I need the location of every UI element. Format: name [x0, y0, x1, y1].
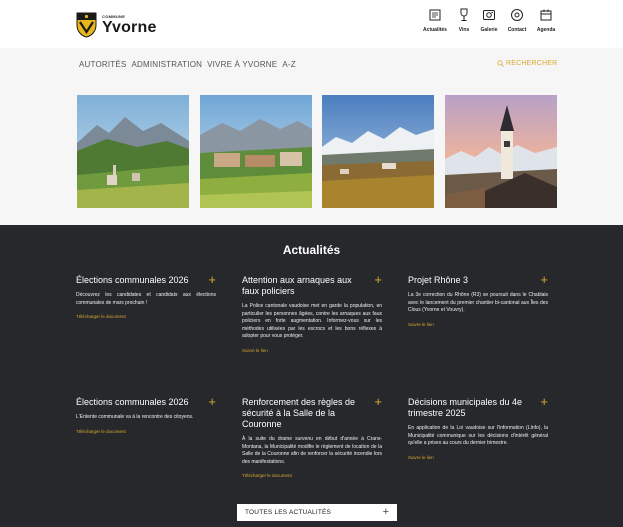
news-card-link[interactable]: Télécharger le document [76, 314, 216, 319]
photo-autumn-vineyard [322, 95, 434, 208]
brand-name: Yvorne [102, 18, 157, 36]
quick-link-label: Galerie [480, 27, 498, 33]
plus-icon[interactable]: + [540, 395, 548, 408]
news-card-body: À la suite du drame survenu en début d'a… [242, 436, 382, 465]
gallery-icon [483, 10, 495, 20]
news-card[interactable]: Projet Rhône 3 + La 3e correction du Rhô… [408, 273, 548, 327]
site-header: COMMUNE Yvorne Actualités Vins Galerie C… [0, 0, 623, 48]
search-label: RECHERCHER [506, 60, 558, 67]
quick-link-contact[interactable]: Contact [502, 8, 532, 33]
news-card[interactable]: Élections communales 2026 + Découvrez le… [76, 273, 216, 319]
photo-vineyard-village [77, 95, 189, 208]
calendar-icon [540, 9, 552, 21]
site-logo[interactable]: COMMUNE Yvorne [76, 12, 157, 38]
news-card-link[interactable]: Télécharger le document [76, 429, 216, 434]
photo-village-mountains [200, 95, 312, 208]
nav-item-autorites[interactable]: AUTORITÉS [79, 60, 126, 69]
nav-item-vivre-a-yvorne[interactable]: VIVRE À YVORNE [207, 60, 277, 69]
news-card-body: La Police cantonale vaudoise met en gard… [242, 303, 382, 339]
news-card-link[interactable]: Suivre le lien [242, 348, 382, 353]
news-card-title[interactable]: Attention aux arnaques aux faux policier… [242, 275, 360, 297]
all-news-label: TOUTES LES ACTUALITÉS [245, 509, 332, 516]
plus-icon[interactable]: + [208, 395, 216, 408]
news-card[interactable]: Renforcement des règles de sécurité à la… [242, 395, 382, 478]
nav-item-a-z[interactable]: A-Z [282, 60, 296, 69]
main-navigation: AUTORITÉS ADMINISTRATION VIVRE À YVORNE … [0, 48, 623, 90]
news-card-title[interactable]: Élections communales 2026 [76, 397, 194, 408]
news-card-link[interactable]: Télécharger le document [242, 473, 382, 478]
plus-icon: + [382, 506, 389, 518]
all-news-button[interactable]: TOUTES LES ACTUALITÉS + [237, 504, 397, 521]
news-card[interactable]: Élections communales 2026 + L'Entente co… [76, 395, 216, 434]
news-card-title[interactable]: Élections communales 2026 [76, 275, 194, 286]
news-card-body: En application de la Loi vaudoise sur l'… [408, 425, 548, 446]
news-card-title[interactable]: Projet Rhône 3 [408, 275, 526, 286]
news-card-link[interactable]: Suivre le lien [408, 322, 548, 327]
nav-item-administration[interactable]: ADMINISTRATION [131, 60, 202, 69]
photo-gallery [0, 90, 623, 225]
plus-icon[interactable]: + [374, 395, 382, 408]
plus-icon[interactable]: + [540, 273, 548, 286]
news-card-title[interactable]: Décisions municipales du 4e trimestre 20… [408, 397, 526, 419]
quick-link-label: Agenda [536, 27, 556, 33]
brand-pre: COMMUNE [102, 13, 126, 19]
plus-icon[interactable]: + [208, 273, 216, 286]
news-title: Actualités [282, 243, 341, 257]
news-card-body: Découvrez les candidates et candidats au… [76, 292, 216, 306]
plus-icon[interactable]: + [374, 273, 382, 286]
news-section: Actualités [0, 225, 623, 527]
yvorne-crest-icon [76, 12, 97, 38]
quick-link-label: Actualités [423, 27, 447, 33]
quick-link-label: Contact [507, 27, 527, 33]
search-button[interactable]: RECHERCHER [497, 60, 557, 67]
news-card[interactable]: Attention aux arnaques aux faux policier… [242, 273, 382, 353]
quick-link-agenda[interactable]: Agenda [531, 8, 561, 33]
news-card[interactable]: Décisions municipales du 4e trimestre 20… [408, 395, 548, 460]
news-card-link[interactable]: Suivre le lien [408, 455, 548, 460]
wine-glass-icon [460, 8, 468, 21]
photo-church-tower [445, 95, 557, 208]
quick-link-galerie[interactable]: Galerie [474, 8, 504, 33]
quick-link-label: Vins [458, 27, 470, 33]
search-icon [497, 60, 504, 67]
quick-link-actualites[interactable]: Actualités [420, 8, 450, 33]
news-card-body: L'Entente communale va à la rencontre de… [76, 414, 194, 420]
news-card-title[interactable]: Renforcement des règles de sécurité à la… [242, 397, 360, 430]
newspaper-icon [429, 9, 441, 21]
at-icon [511, 9, 523, 21]
news-card-body: La 3e correction du Rhône (R3) se poursu… [408, 292, 548, 313]
